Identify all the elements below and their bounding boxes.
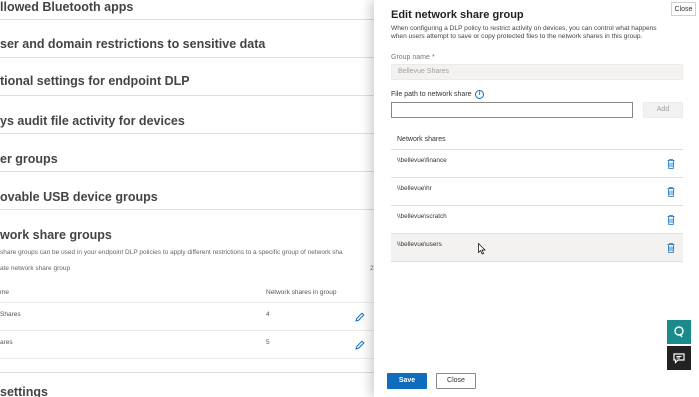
section-title: work share groups <box>0 228 112 242</box>
trash-icon[interactable] <box>667 187 675 197</box>
create-network-share-group-link[interactable]: ate network share group <box>0 265 70 272</box>
network-shares-header-label: Network shares <box>397 136 446 143</box>
section-audit-file-activity[interactable]: ys audit file activity for devices <box>0 96 380 134</box>
description-line: when users attempt to save or copy prote… <box>391 33 643 40</box>
section-additional-settings[interactable]: tional settings for endpoint DLP <box>0 58 380 96</box>
trash-icon[interactable] <box>667 215 675 225</box>
file-path-label: File path to network share <box>391 91 472 98</box>
network-share-description: share groups can be used in your endpoin… <box>0 249 343 256</box>
list-item[interactable]: \\bellevue\scratch <box>391 206 683 234</box>
section-title: ys audit file activity for devices <box>0 114 185 128</box>
row-count: 4 <box>266 311 270 318</box>
table-row[interactable]: Shares 4 <box>0 303 374 331</box>
panel-description: When configuring a DLP policy to restric… <box>391 25 699 41</box>
close-tooltip-button[interactable]: Close <box>671 2 696 16</box>
section-title: ovable USB device groups <box>0 190 158 204</box>
panel-title: Edit network share group <box>391 9 524 21</box>
column-shares-header: Network shares in group <box>266 289 337 296</box>
help-icon <box>674 326 684 338</box>
group-name-field[interactable]: Bellevue Shares <box>391 64 683 80</box>
section-bluetooth-apps[interactable]: llowed Bluetooth apps <box>0 0 380 20</box>
file-path-input[interactable] <box>391 102 633 118</box>
table-header: me Network shares in group <box>0 283 374 303</box>
trash-icon[interactable] <box>667 159 675 169</box>
trash-icon[interactable] <box>667 243 675 253</box>
chat-icon <box>673 353 685 364</box>
network-shares-header: Network shares <box>391 128 683 150</box>
share-path: \\bellevue\users <box>397 241 442 248</box>
section-title: tional settings for endpoint DLP <box>0 74 190 88</box>
pencil-icon[interactable] <box>354 339 366 351</box>
edit-network-share-group-panel: Edit network share group Close When conf… <box>374 0 699 397</box>
section-domain-restrictions[interactable]: ser and domain restrictions to sensitive… <box>0 20 380 58</box>
info-icon[interactable]: i <box>475 90 484 99</box>
list-item[interactable]: \\bellevue\users <box>391 234 683 262</box>
section-usb-device-groups[interactable]: ovable USB device groups <box>0 172 380 210</box>
section-title: ser and domain restrictions to sensitive… <box>0 37 266 51</box>
section-printer-groups[interactable]: er groups <box>0 134 380 172</box>
help-button[interactable] <box>667 320 691 344</box>
column-name-header: me <box>0 289 10 296</box>
chat-button[interactable] <box>667 346 691 370</box>
close-button[interactable]: Close <box>436 373 476 389</box>
description-line: When configuring a DLP policy to restric… <box>391 25 657 32</box>
mouse-cursor-icon <box>478 243 486 255</box>
save-button[interactable]: Save <box>387 373 427 389</box>
table-row[interactable]: ares 5 <box>0 331 374 359</box>
add-button[interactable]: Add <box>643 102 683 118</box>
section-settings[interactable]: settings <box>0 372 374 397</box>
share-path: \\bellevue\scratch <box>397 213 447 220</box>
group-name-label: Group name * <box>391 54 435 61</box>
list-item[interactable]: \\bellevue\finance <box>391 150 683 178</box>
list-item[interactable]: \\bellevue\hr <box>391 178 683 206</box>
row-count: 5 <box>266 339 270 346</box>
section-title: er groups <box>0 152 58 166</box>
pencil-icon[interactable] <box>354 311 366 323</box>
section-title: llowed Bluetooth apps <box>0 0 134 14</box>
section-title: settings <box>0 385 48 397</box>
share-path: \\bellevue\finance <box>397 157 447 164</box>
row-name: Shares <box>0 311 21 318</box>
row-name: ares <box>0 339 13 346</box>
share-path: \\bellevue\hr <box>397 185 432 192</box>
